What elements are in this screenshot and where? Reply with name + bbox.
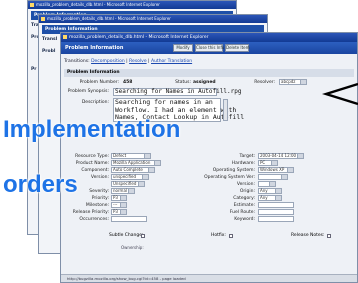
window-titlebar: mozilla_problem_details_dlb.html - Micro… <box>61 33 357 42</box>
component-select[interactable]: Auto Complete <box>111 167 155 173</box>
field-value: Any <box>260 195 268 200</box>
field-value: 2003-04-14 12:00 <box>260 153 297 158</box>
header-title: Problem Information <box>65 45 124 51</box>
app-icon <box>30 3 34 7</box>
transitions-label: Transitions: <box>64 59 90 64</box>
synopsis-label: Problem Synopsis: <box>67 89 109 94</box>
hardware-select[interactable]: PC <box>258 160 278 166</box>
field-label: Estimate: <box>233 203 255 208</box>
version-select-right[interactable] <box>258 181 276 187</box>
window-title: mozilla_problem_details_dlb.html - Micro… <box>47 16 171 21</box>
problem-number-value: 458 <box>123 80 133 85</box>
delete-item-button[interactable]: Delete Item <box>225 44 250 52</box>
resource-type-select[interactable]: Defect <box>111 153 151 159</box>
os-version-select[interactable] <box>258 174 288 180</box>
field-label: Keyword: <box>234 217 255 222</box>
subtle-change-checkbox[interactable] <box>141 234 145 238</box>
field-value: P3 <box>113 209 118 214</box>
category-select[interactable]: Any <box>258 195 282 201</box>
operating-system-select[interactable]: Windows XP <box>258 167 294 173</box>
field-value: Unspecified <box>113 181 137 186</box>
subtle-change-label: Subtle Change: <box>109 233 144 238</box>
arrow-stroke <box>321 82 358 106</box>
severity-select[interactable]: normal <box>111 188 135 194</box>
hotfix-checkbox[interactable] <box>229 234 233 238</box>
overlay-label-line-2: orders <box>3 171 78 198</box>
side-label: Pr <box>31 67 37 72</box>
window-titlebar: mozilla_problem_details_dlb.html - Micro… <box>28 1 236 9</box>
app-icon <box>41 17 45 21</box>
release-notes-label: Release Notes: <box>291 233 325 238</box>
side-label: Transl <box>42 37 58 42</box>
transitions-row: Transitions: Decomposition | Resolve | A… <box>64 59 193 64</box>
section-title: Problem Information <box>64 69 354 77</box>
field-value: Windows XP <box>260 167 285 172</box>
resolver-select[interactable]: abcpdz <box>279 79 307 85</box>
transition-link-author-translation[interactable]: Author Translation <box>151 59 192 64</box>
field-label: Hardware: <box>231 161 255 166</box>
product-name-select[interactable]: Mozilla Application <box>111 160 161 166</box>
field-label: Version: <box>236 182 255 187</box>
field-label: Operating System Ver: <box>204 175 255 180</box>
problem-info-header: Problem Information Modify Close this In… <box>61 42 357 54</box>
version-select[interactable]: unspecified <box>111 174 149 180</box>
field-label: Operating System: <box>212 168 255 173</box>
description-label: Description: <box>81 100 109 105</box>
problem-number-label: Problem Number: <box>79 80 119 85</box>
field-label: Release Priority: <box>72 210 109 215</box>
field-value: Auto Complete <box>113 167 143 172</box>
origin-select[interactable]: Any <box>258 188 282 194</box>
field-value: PC <box>260 160 266 165</box>
synopsis-text: Searching for Names in Autofill.rpg <box>115 88 242 95</box>
status-value: assigned <box>193 80 216 85</box>
keyword-input[interactable] <box>258 216 294 222</box>
field-value: unspecified <box>113 174 136 179</box>
field-value: Mozilla Application <box>113 160 151 165</box>
main-browser-window: mozilla_problem_details_dlb.html - Micro… <box>60 32 358 283</box>
side-label: Probl <box>42 49 56 54</box>
target-select[interactable]: 2003-04-14 12:00 <box>258 153 304 159</box>
field-label: Product Name: <box>75 161 109 166</box>
field-label: Fuel Route: <box>229 210 255 215</box>
field-label: Milestone: <box>85 203 109 208</box>
modify-button[interactable]: Modify <box>173 44 193 52</box>
field-label: Category: <box>233 196 255 201</box>
release-notes-checkbox[interactable] <box>327 234 331 238</box>
fuel-route-input[interactable] <box>258 209 294 215</box>
field-value: Defect <box>113 153 127 158</box>
status-label: Status: <box>175 80 191 85</box>
window-titlebar: mozilla_problem_details_dlb.html - Micro… <box>39 15 267 23</box>
field-label: Resource Type: <box>75 154 109 159</box>
description-scrollbar[interactable] <box>223 99 228 121</box>
unlabeled-select[interactable]: Unspecified <box>111 181 145 187</box>
transition-link-resolve[interactable]: Resolve <box>129 59 146 64</box>
field-value: Any <box>260 188 268 193</box>
milestone-select[interactable]: --- <box>111 202 127 208</box>
priority-select[interactable]: P3 <box>111 195 127 201</box>
resolver-label: Resolver: <box>254 80 275 85</box>
status-bar-text: http://bugzilla.mozilla.org/show_bug.cgi… <box>67 276 186 281</box>
ownership-label: Ownership: <box>121 245 144 250</box>
app-icon <box>63 35 67 39</box>
window-title: mozilla_problem_details_dlb.html - Micro… <box>69 35 209 40</box>
field-value: normal <box>113 188 128 193</box>
annotation-arrow <box>321 82 358 106</box>
occurrences-input[interactable] <box>111 216 147 222</box>
field-value: P3 <box>113 195 118 200</box>
hotfix-label: Hotfix: <box>211 233 226 238</box>
window-title: mozilla_problem_details_dlb.html - Micro… <box>36 2 160 7</box>
field-value: --- <box>113 202 118 207</box>
field-label: Occurrences: <box>79 217 109 222</box>
release-priority-select[interactable]: P3 <box>111 209 127 215</box>
field-label: Origin: <box>239 189 255 194</box>
browser-status-bar: http://bugzilla.mozilla.org/show_bug.cgi… <box>61 274 357 282</box>
estimate-input[interactable] <box>258 202 294 208</box>
transition-link-decomposition[interactable]: Decomposition <box>91 59 125 64</box>
resolver-select-value: abcpdz <box>281 79 296 84</box>
close-info-button[interactable]: Close this Info <box>195 44 224 52</box>
field-label: Target: <box>239 154 255 159</box>
overlay-label-line-1: Implementation <box>3 116 181 143</box>
